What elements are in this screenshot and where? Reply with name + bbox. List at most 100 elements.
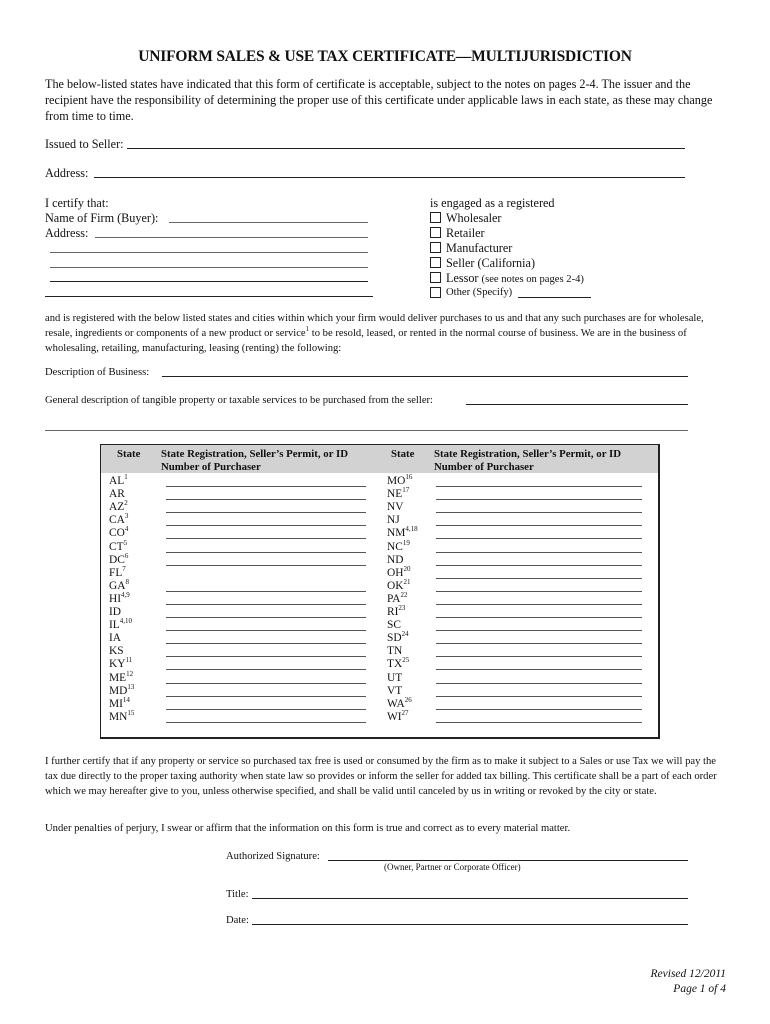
state-abbr: CT <box>109 540 124 553</box>
signature-note: (Owner, Partner or Corporate Officer) <box>384 862 521 872</box>
state-abbr: FL <box>109 566 123 579</box>
footnote-ref: 8 <box>125 577 129 586</box>
registration-number-field-nc[interactable] <box>436 551 642 553</box>
seller-california-label: Seller (California) <box>446 256 536 270</box>
state-code-il: IL4,10 <box>109 617 133 632</box>
state-code-mn: MN15 <box>109 708 135 723</box>
registration-number-field-oh[interactable] <box>436 577 642 579</box>
state-abbr: HI <box>109 592 122 605</box>
footnote-ref: 4,10 <box>119 617 133 626</box>
registration-number-field-ct[interactable] <box>166 551 366 553</box>
state-abbr: TN <box>387 645 403 658</box>
header-registration-right-2: Number of Purchaser <box>434 461 534 473</box>
registration-number-field-ks[interactable] <box>166 656 366 658</box>
registration-number-field-nd[interactable] <box>436 564 642 566</box>
property-description-field[interactable] <box>466 404 688 405</box>
wholesaler-checkbox[interactable] <box>430 212 441 223</box>
issued-to-seller-field[interactable] <box>127 148 685 149</box>
registration-number-field-nm[interactable] <box>436 538 642 540</box>
registration-number-field-sd[interactable] <box>436 643 642 645</box>
footnote-ref: 15 <box>127 708 135 717</box>
registration-number-field-wa[interactable] <box>436 708 642 710</box>
registration-number-field-ne[interactable] <box>436 499 642 501</box>
registration-number-field-ut[interactable] <box>436 682 642 684</box>
lessor-checkbox[interactable] <box>430 272 441 283</box>
seller-california-checkbox[interactable] <box>430 257 441 268</box>
header-registration-left-1: State Registration, Seller’s Permit, or … <box>161 448 348 460</box>
registration-number-field-pa[interactable] <box>436 603 642 605</box>
registration-number-field-ca[interactable] <box>166 525 366 527</box>
registration-number-field-il[interactable] <box>166 630 366 632</box>
buyer-address-field-line-3[interactable] <box>50 267 368 268</box>
registration-number-field-az[interactable] <box>166 512 366 514</box>
buyer-address-field-line-1[interactable] <box>95 237 368 238</box>
registration-number-field-ar[interactable] <box>166 499 366 501</box>
buyer-address-field-line-5[interactable] <box>45 296 373 297</box>
registration-number-field-mn[interactable] <box>166 721 366 723</box>
registration-number-field-hi[interactable] <box>166 603 366 605</box>
registration-number-field-tx[interactable] <box>436 669 642 671</box>
state-code-ks: KS <box>109 645 124 657</box>
state-code-sc: SC <box>387 619 401 631</box>
firm-name-label: Name of Firm (Buyer): <box>45 211 159 225</box>
state-code-vt: VT <box>387 685 402 697</box>
registration-number-field-sc[interactable] <box>436 630 642 632</box>
other-specify-label: Other (Specify) <box>446 287 513 298</box>
registration-number-field-ia[interactable] <box>166 643 366 645</box>
header-state-right: State <box>391 448 415 460</box>
business-description-field[interactable] <box>162 376 688 377</box>
firm-name-field[interactable] <box>169 222 368 223</box>
registration-number-field-nv[interactable] <box>436 512 642 514</box>
footnote-ref: 4,18 <box>405 525 418 534</box>
registration-number-field-md[interactable] <box>166 695 366 697</box>
property-description-label: General description of tangible property… <box>45 395 433 406</box>
other-specify-field[interactable] <box>518 297 591 298</box>
footnote-ref: 20 <box>403 564 411 573</box>
registration-number-field-id[interactable] <box>166 617 366 618</box>
manufacturer-checkbox[interactable] <box>430 242 441 253</box>
buyer-address-field-line-2[interactable] <box>50 252 368 253</box>
state-code-ia: IA <box>109 632 121 644</box>
certify-label: I certify that: <box>45 196 109 210</box>
state-abbr: TX <box>387 658 403 671</box>
page-number: Page 1 of 4 <box>673 983 726 995</box>
registration-number-field-mi[interactable] <box>166 708 366 710</box>
signature-field[interactable] <box>328 860 688 861</box>
footnote-ref: 11 <box>125 656 133 665</box>
registration-number-field-ga[interactable] <box>166 590 366 592</box>
seller-address-field[interactable] <box>94 177 685 178</box>
title-field[interactable] <box>252 898 688 899</box>
registration-number-field-ky[interactable] <box>166 669 366 671</box>
registration-number-field-ok[interactable] <box>436 590 642 592</box>
registration-number-field-co[interactable] <box>166 538 366 540</box>
registration-number-field-me[interactable] <box>166 682 366 684</box>
footnote-ref: 13 <box>127 682 135 691</box>
registration-number-field-wi[interactable] <box>436 721 642 723</box>
state-code-al: AL1 <box>109 474 128 488</box>
other-checkbox[interactable] <box>430 287 441 298</box>
footnote-ref: 16 <box>405 473 413 481</box>
registration-number-field-tn[interactable] <box>436 656 642 658</box>
registration-number-field-mo[interactable] <box>436 486 642 487</box>
manufacturer-label: Manufacturer <box>446 241 513 255</box>
state-code-tx: TX25 <box>387 657 409 671</box>
registration-number-field-nj[interactable] <box>436 525 642 527</box>
registration-number-field-dc[interactable] <box>166 564 366 566</box>
state-code-ar: AR <box>109 488 125 500</box>
intro-paragraph: The below-listed states have indicated t… <box>45 77 713 123</box>
retailer-checkbox[interactable] <box>430 227 441 238</box>
date-label: Date: <box>226 915 249 926</box>
document-title: UNIFORM SALES & USE TAX CERTIFICATE—MULT… <box>138 48 632 65</box>
revised-date: Revised 12/2011 <box>650 968 726 980</box>
buyer-address-field-line-4[interactable] <box>50 281 368 282</box>
footnote-ref: 3 <box>124 512 129 521</box>
property-description-field-line-2[interactable] <box>45 430 688 431</box>
date-field[interactable] <box>252 924 688 925</box>
state-abbr: WI <box>387 710 402 723</box>
state-abbr: KS <box>109 645 124 658</box>
registration-number-field-ri[interactable] <box>436 617 642 618</box>
registration-number-field-vt[interactable] <box>436 695 642 697</box>
state-code-nd: ND <box>387 554 403 566</box>
registration-number-field-al[interactable] <box>166 486 366 487</box>
state-abbr: KY <box>109 658 126 671</box>
